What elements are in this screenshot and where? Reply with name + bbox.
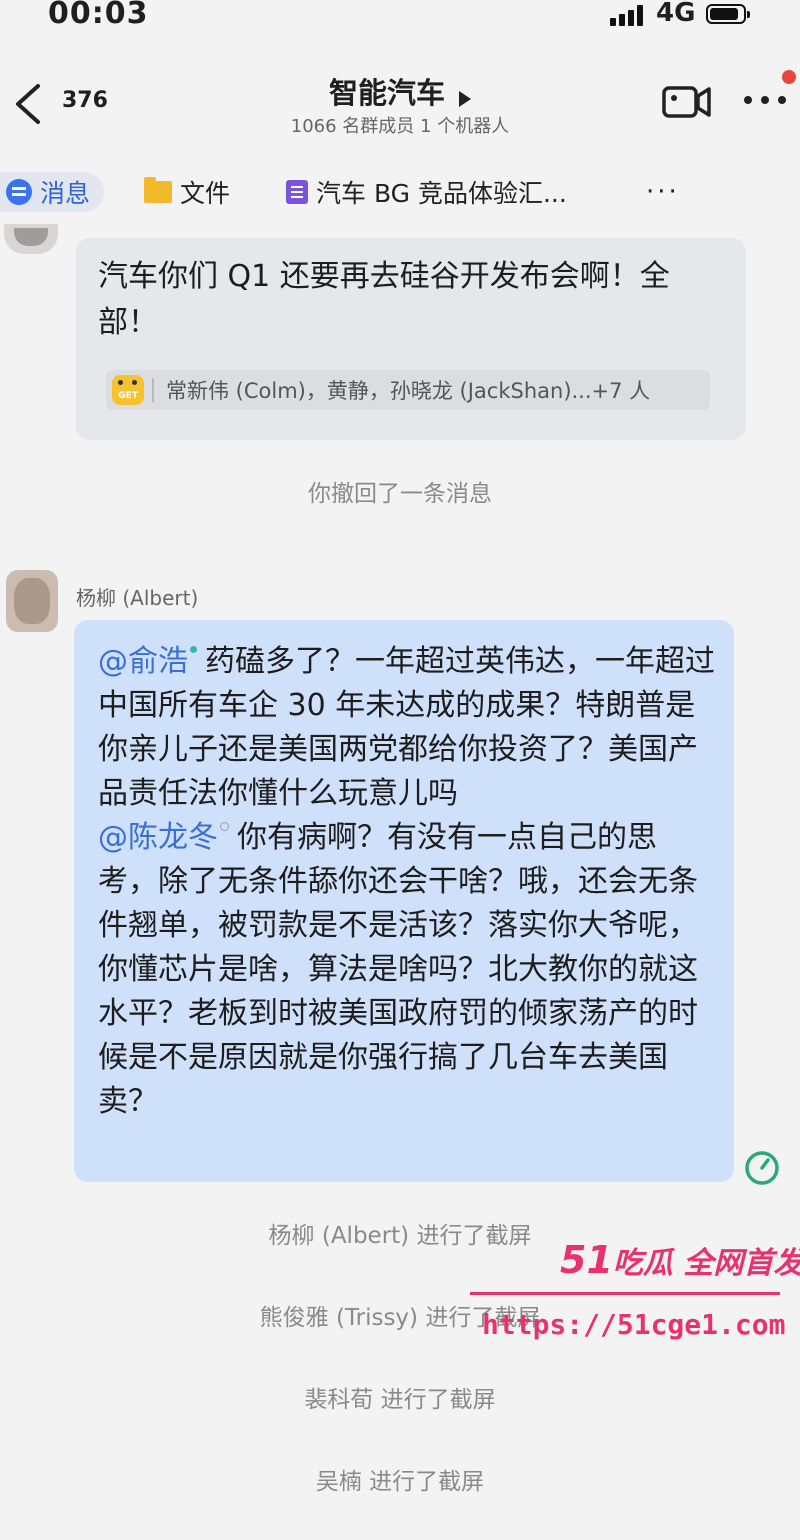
group-title-button[interactable]: 智能汽车 bbox=[250, 70, 550, 112]
network-type: 4G bbox=[656, 0, 696, 28]
online-status-icon bbox=[190, 646, 197, 653]
status-time: 00:03 bbox=[48, 0, 149, 31]
chat-bubble-icon bbox=[6, 179, 32, 205]
reaction-users: 常新伟 (Colm)，黄静，孙晓龙 (JackShan)...+7 人 bbox=[166, 379, 651, 403]
avatar[interactable] bbox=[4, 224, 58, 254]
tab-bar: 消息 文件 汽车 BG 竞品体验汇... ··· bbox=[0, 160, 800, 224]
chat-header: 376 智能汽车 1066 名群成员 1 个机器人 bbox=[0, 60, 800, 150]
system-screenshot-notice: 裴科荀 进行了截屏 bbox=[304, 1387, 496, 1413]
tab-messages[interactable]: 消息 bbox=[0, 172, 105, 212]
reaction-bar[interactable]: GET 常新伟 (Colm)，黄静，孙晓龙 (JackShan)...+7 人 bbox=[106, 370, 710, 410]
tab-more[interactable]: ··· bbox=[646, 172, 680, 212]
offline-status-icon bbox=[220, 822, 229, 831]
tab-document-label: 汽车 BG 竞品体验汇... bbox=[316, 179, 567, 208]
avatar[interactable] bbox=[6, 570, 58, 632]
back-arrow-icon[interactable] bbox=[10, 82, 50, 126]
message-bubble[interactable]: @俞浩 药磕多了？一年超过英伟达，一年超过中国所有车企 30 年未达成的成果？特朗… bbox=[74, 620, 734, 1182]
notification-dot bbox=[782, 70, 796, 84]
status-bar: 00:03 4G bbox=[0, 0, 800, 34]
triangle-right-icon bbox=[459, 90, 471, 107]
tab-messages-label: 消息 bbox=[40, 179, 91, 208]
mention-link[interactable]: @俞浩 bbox=[98, 644, 188, 679]
sender-name: 杨柳 (Albert) bbox=[76, 586, 199, 610]
tab-document[interactable]: 汽车 BG 竞品体验汇... bbox=[286, 172, 567, 212]
read-receipt-icon[interactable] bbox=[744, 1150, 780, 1186]
unread-count[interactable]: 376 bbox=[62, 88, 108, 113]
reaction-divider bbox=[152, 378, 154, 402]
signal-icon bbox=[610, 4, 650, 26]
battery-icon bbox=[706, 4, 750, 24]
message-text-part: 药磕多了？一年超过英伟达，一年超过中国所有车企 30 年未达成的成果？特朗普是你… bbox=[98, 644, 715, 811]
folder-icon bbox=[144, 177, 172, 203]
tab-files[interactable]: 文件 bbox=[144, 172, 230, 212]
more-icon[interactable] bbox=[742, 90, 788, 110]
video-call-icon[interactable] bbox=[662, 82, 712, 122]
mention-link[interactable]: @陈龙冬 bbox=[98, 820, 218, 855]
document-icon bbox=[286, 180, 308, 204]
system-recall-notice: 你撤回了一条消息 bbox=[308, 481, 492, 507]
group-member-count: 1066 名群成员 1 个机器人 bbox=[290, 116, 510, 137]
message-text: 汽车你们 Q1 还要再去硅谷开发布会啊！全部！ bbox=[98, 259, 670, 340]
message-text-part: 你有病啊？有没有一点自己的思考，除了无条件舔你还会干啥？哦，还会无条件翘单，被罚… bbox=[98, 820, 698, 1119]
message-bubble[interactable]: 汽车你们 Q1 还要再去硅谷开发布会啊！全部！ GET 常新伟 (Colm)，黄… bbox=[76, 238, 746, 440]
watermark-logo: 51吃瓜 全网首发 bbox=[560, 1238, 800, 1282]
system-screenshot-notice: 吴楠 进行了截屏 bbox=[315, 1469, 485, 1495]
get-emoji-icon: GET bbox=[112, 375, 144, 405]
watermark-underline bbox=[470, 1292, 780, 1295]
site-watermark: 51吃瓜 全网首发 https://51cge1.com bbox=[470, 1238, 800, 1358]
group-title: 智能汽车 bbox=[328, 76, 445, 110]
message-text: @俞浩 药磕多了？一年超过英伟达，一年超过中国所有车企 30 年未达成的成果？特朗… bbox=[98, 640, 716, 1124]
watermark-url: https://51cge1.com bbox=[482, 1308, 786, 1341]
tab-files-label: 文件 bbox=[180, 179, 231, 208]
